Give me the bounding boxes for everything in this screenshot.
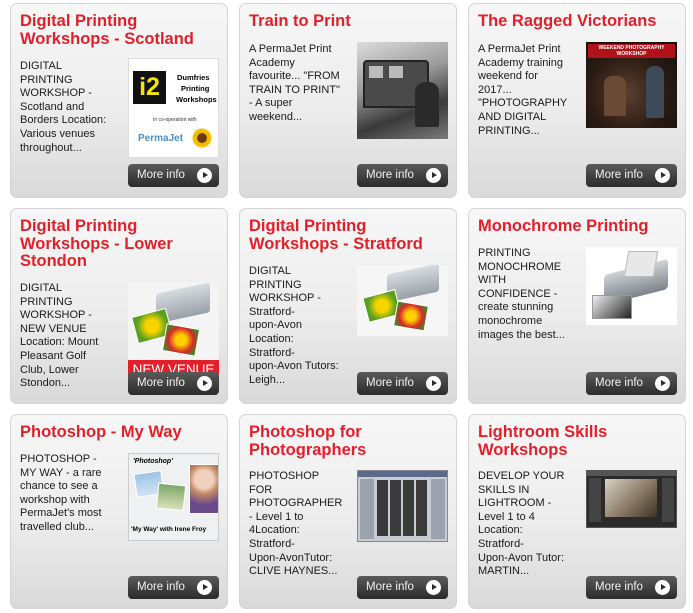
card-thumbnail[interactable] xyxy=(357,265,448,336)
card-title[interactable]: Digital Printing Workshops - Lower Stond… xyxy=(20,217,221,271)
more-info-button[interactable]: More info xyxy=(357,372,448,395)
card-thumbnail[interactable]: WEEKEND PHOTOGRAPHY WORKSHOP xyxy=(586,42,677,128)
workshop-banner: WEEKEND PHOTOGRAPHY WORKSHOP xyxy=(588,44,675,58)
app-panel xyxy=(360,479,374,539)
more-info-label: More info xyxy=(137,377,185,389)
more-info-button[interactable]: More info xyxy=(586,164,677,187)
arrow-right-icon xyxy=(426,580,441,595)
arrow-right-icon xyxy=(426,376,441,391)
card-title[interactable]: Digital Printing Workshops - Scotland xyxy=(20,12,221,48)
victorian-figure xyxy=(646,66,664,118)
more-info-button[interactable]: More info xyxy=(128,164,219,187)
card-description: DEVELOP YOUR SKILLS IN LIGHTROOM - Level… xyxy=(478,470,565,578)
card-title[interactable]: Digital Printing Workshops - Stratford xyxy=(249,217,450,253)
card-title[interactable]: Monochrome Printing xyxy=(478,217,679,236)
logo-line-1: Dumfries xyxy=(177,73,210,82)
arrow-right-icon xyxy=(197,580,212,595)
card-description: PHOTOSHOP - MY WAY - a rare chance to se… xyxy=(20,453,102,533)
app-panel xyxy=(662,478,674,522)
workshop-card-train-to-print: Train to Print A PermaJet Print Academy … xyxy=(239,3,457,198)
workshop-card-stratford: Digital Printing Workshops - Stratford D… xyxy=(239,208,457,404)
card-description: A PermaJet Print Academy favourite... "F… xyxy=(249,43,340,123)
flower-print xyxy=(161,323,201,357)
more-info-button[interactable]: More info xyxy=(586,372,677,395)
train-window xyxy=(369,66,383,78)
app-panel xyxy=(589,478,601,522)
card-title[interactable]: Photoshop - My Way xyxy=(20,423,221,442)
logo-line-2: Printing xyxy=(181,84,210,93)
card-thumbnail[interactable] xyxy=(357,42,448,139)
card-thumbnail[interactable] xyxy=(357,470,448,542)
more-info-button[interactable]: More info xyxy=(128,372,219,395)
thumb-bottom-caption: 'My Way' with Irene Froy xyxy=(131,526,207,533)
card-description: DIGITAL PRINTING WORKSHOP - Scotland and… xyxy=(20,60,107,154)
workshop-card-photoshop-my-way: Photoshop - My Way PHOTOSHOP - MY WAY - … xyxy=(10,414,228,609)
card-thumbnail[interactable]: 'Photoshop' 'My Way' with Irene Froy xyxy=(128,453,219,541)
card-thumbnail[interactable]: i2 Dumfries Printing Workshops In co-ope… xyxy=(128,58,219,158)
flower-print xyxy=(392,300,430,332)
arrow-right-icon xyxy=(655,376,670,391)
workshop-card-ragged-victorians: The Ragged Victorians A PermaJet Print A… xyxy=(468,3,686,198)
card-description: DIGITAL PRINTING WORKSHOP - NEW VENUE Lo… xyxy=(20,282,99,390)
sunflower-icon xyxy=(191,127,213,149)
more-info-button[interactable]: More info xyxy=(128,576,219,599)
workshop-card-lightroom: Lightroom Skills Workshops DEVELOP YOUR … xyxy=(468,414,686,609)
more-info-label: More info xyxy=(366,169,414,181)
more-info-label: More info xyxy=(137,169,185,181)
thumb-top-caption: 'Photoshop' xyxy=(133,458,173,465)
more-info-button[interactable]: More info xyxy=(357,164,448,187)
app-panel xyxy=(431,479,445,539)
photo-grid xyxy=(377,480,429,536)
more-info-label: More info xyxy=(366,581,414,593)
card-title[interactable]: Lightroom Skills Workshops xyxy=(478,423,679,459)
collage-photo xyxy=(155,482,187,512)
paper-sheet xyxy=(623,251,659,277)
coop-text: In co-operation with xyxy=(153,117,197,123)
card-description: A PermaJet Print Academy training weeken… xyxy=(478,43,568,137)
more-info-button[interactable]: More info xyxy=(586,576,677,599)
card-description: PHOTOSHOP FOR PHOTOGRAPHER - Level 1 to … xyxy=(249,470,343,578)
arrow-right-icon xyxy=(655,168,670,183)
victorian-figure xyxy=(604,76,626,116)
arrow-right-icon xyxy=(655,580,670,595)
arrow-right-icon xyxy=(426,168,441,183)
app-toolbar xyxy=(587,471,676,476)
more-info-label: More info xyxy=(595,169,643,181)
arrow-right-icon xyxy=(197,168,212,183)
more-info-label: More info xyxy=(595,377,643,389)
card-title[interactable]: The Ragged Victorians xyxy=(478,12,679,31)
app-toolbar xyxy=(358,471,447,477)
card-title[interactable]: Photoshop for Photographers xyxy=(249,423,450,459)
card-description: PRINTING MONOCHROME WITH CONFIDENCE - cr… xyxy=(478,247,565,341)
more-info-label: More info xyxy=(137,581,185,593)
workshop-card-lower-stondon: Digital Printing Workshops - Lower Stond… xyxy=(10,208,228,404)
mono-print xyxy=(592,295,632,319)
card-thumbnail[interactable] xyxy=(586,247,677,325)
permajet-brand: PermaJet xyxy=(138,133,184,144)
card-title[interactable]: Train to Print xyxy=(249,12,450,31)
more-info-label: More info xyxy=(366,377,414,389)
portrait-photo xyxy=(189,464,218,514)
more-info-button[interactable]: More info xyxy=(357,576,448,599)
more-info-label: More info xyxy=(595,581,643,593)
logo-line-3: Workshops xyxy=(176,95,217,104)
train-window xyxy=(389,66,403,78)
people-silhouette xyxy=(415,82,439,127)
card-thumbnail[interactable] xyxy=(586,470,677,528)
i2-logo: i2 xyxy=(133,71,166,104)
card-description: DIGITAL PRINTING WORKSHOP - Stratford- u… xyxy=(249,265,339,386)
photo-preview xyxy=(605,479,657,517)
workshop-card-scotland: Digital Printing Workshops - Scotland DI… xyxy=(10,3,228,198)
workshop-card-photoshop-photographers: Photoshop for Photographers PHOTOSHOP FO… xyxy=(239,414,457,609)
workshop-card-monochrome: Monochrome Printing PRINTING MONOCHROME … xyxy=(468,208,686,404)
arrow-right-icon xyxy=(197,376,212,391)
